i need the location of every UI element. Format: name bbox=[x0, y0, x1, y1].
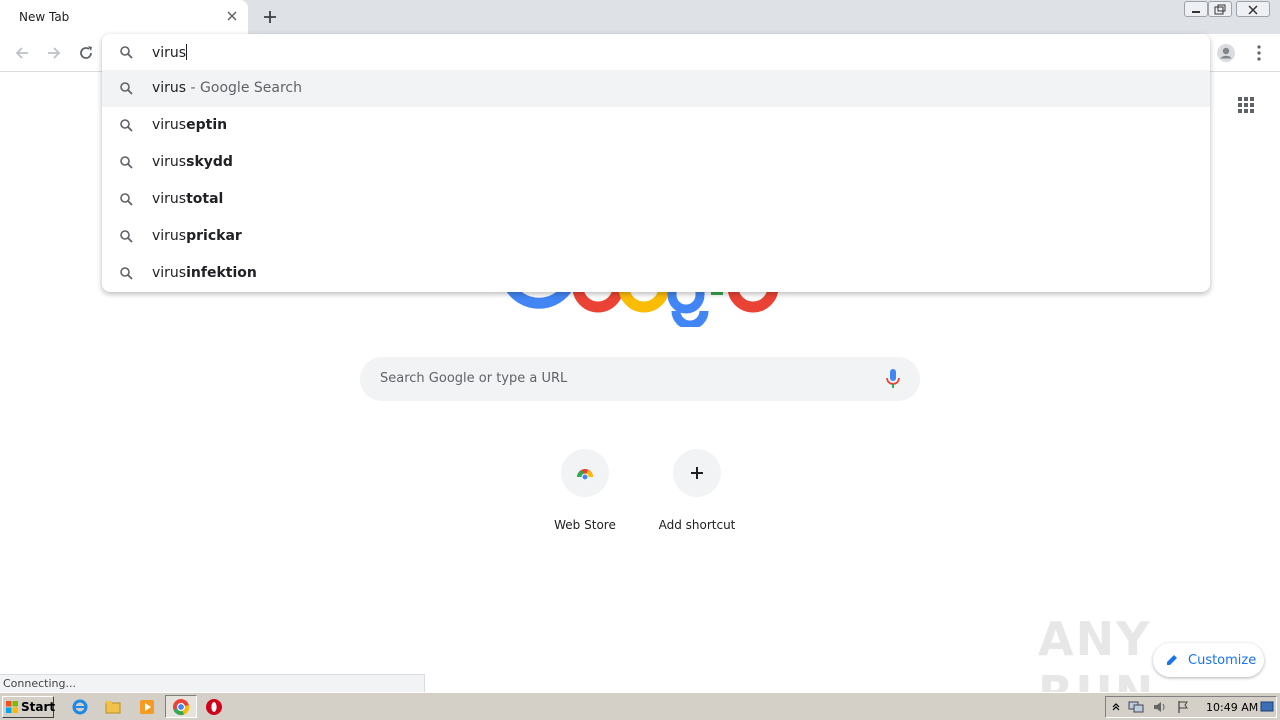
suggestion-text: virusinfektion bbox=[152, 265, 257, 281]
tab-title: New Tab bbox=[19, 10, 70, 24]
suggestion-text: virustotal bbox=[152, 191, 223, 207]
suggestion-prefix: virus bbox=[152, 228, 187, 244]
suggestion-completion: infektion bbox=[186, 265, 257, 281]
search-icon bbox=[120, 119, 133, 132]
show-desktop-icon[interactable] bbox=[1260, 700, 1274, 714]
suggestion-prefix: virus bbox=[152, 117, 187, 133]
search-icon bbox=[120, 193, 133, 206]
opera-icon[interactable] bbox=[205, 698, 223, 716]
omnibox-dropdown: virus virus - Google Search viruseptin vir… bbox=[102, 34, 1210, 292]
text-caret bbox=[186, 44, 188, 60]
suggestion-text: virusprickar bbox=[152, 228, 242, 244]
minimize-icon bbox=[1192, 11, 1200, 13]
suggestion-text: viruseptin bbox=[152, 117, 227, 133]
omnibox-suggestion[interactable]: virusskydd bbox=[102, 144, 1210, 181]
restore-icon bbox=[1214, 4, 1226, 15]
pencil-icon bbox=[1167, 655, 1177, 665]
start-button[interactable]: Start bbox=[2, 696, 56, 718]
search-icon bbox=[120, 46, 133, 59]
restore-button[interactable] bbox=[1208, 1, 1232, 17]
apps-grid-icon[interactable] bbox=[1237, 96, 1255, 114]
tab-new-tab[interactable]: New Tab bbox=[0, 0, 248, 34]
suggestion-prefix: virus bbox=[152, 265, 187, 281]
media-player-icon[interactable] bbox=[138, 698, 156, 716]
suggestion-completion: eptin bbox=[186, 117, 228, 133]
omnibox-suggestion[interactable]: virusinfektion bbox=[102, 255, 1210, 292]
search-icon bbox=[120, 267, 133, 280]
suggestion-text: virusskydd bbox=[152, 154, 233, 170]
omnibox-suggestion[interactable]: virus - Google Search bbox=[102, 70, 1210, 107]
shortcut-circle bbox=[673, 449, 721, 497]
shortcut-label: Web Store bbox=[554, 518, 616, 532]
window-close-icon bbox=[1248, 5, 1258, 15]
chrome-icon bbox=[173, 699, 190, 716]
network-icon[interactable] bbox=[1128, 700, 1144, 714]
windows-logo-icon bbox=[6, 701, 18, 713]
customize-button[interactable]: Customize bbox=[1153, 643, 1264, 677]
close-icon[interactable] bbox=[225, 9, 239, 23]
taskbar-clock[interactable]: 10:49 AM bbox=[1206, 701, 1258, 714]
suggestion-prefix: virus bbox=[152, 191, 187, 207]
shortcut-add[interactable]: Add shortcut bbox=[641, 449, 753, 539]
suggestion-extra: - Google Search bbox=[186, 80, 302, 96]
omnibox-text: virus bbox=[152, 44, 188, 61]
file-explorer-icon[interactable] bbox=[104, 698, 122, 716]
suggestion-prefix: virus bbox=[152, 80, 187, 96]
ntp-search-placeholder: Search Google or type a URL bbox=[380, 371, 568, 386]
search-icon bbox=[120, 230, 133, 243]
suggestion-completion: prickar bbox=[186, 228, 242, 244]
windows-taskbar: Start 10:49 AM bbox=[0, 692, 1280, 720]
status-bubble: Connecting... bbox=[0, 674, 425, 692]
search-icon bbox=[120, 156, 133, 169]
ntp-search-box[interactable]: Search Google or type a URL bbox=[360, 357, 920, 401]
shortcut-web-store[interactable]: Web Store bbox=[529, 449, 641, 539]
profile-avatar-icon[interactable] bbox=[1216, 43, 1236, 63]
tray-expand-icon[interactable] bbox=[1111, 701, 1121, 713]
plus-icon bbox=[691, 467, 703, 479]
system-tray: 10:49 AM bbox=[1105, 696, 1277, 718]
customize-label: Customize bbox=[1188, 653, 1257, 668]
omnibox-suggestion[interactable]: virusprickar bbox=[102, 218, 1210, 255]
new-tab-plus-icon[interactable] bbox=[260, 7, 280, 27]
back-arrow-icon[interactable] bbox=[12, 43, 32, 63]
window-close-button[interactable] bbox=[1236, 1, 1270, 17]
status-text: Connecting... bbox=[3, 677, 76, 690]
chrome-webstore-icon bbox=[577, 469, 593, 481]
suggestion-completion: total bbox=[186, 191, 224, 207]
forward-arrow-icon[interactable] bbox=[44, 43, 64, 63]
omnibox-suggestion[interactable]: virustotal bbox=[102, 181, 1210, 218]
omnibox-suggestion[interactable]: viruseptin bbox=[102, 107, 1210, 144]
shortcut-circle bbox=[561, 449, 609, 497]
suggestion-completion: skydd bbox=[186, 154, 233, 170]
microphone-icon[interactable] bbox=[884, 368, 902, 390]
browser-titlebar: New Tab bbox=[0, 0, 1280, 34]
action-center-flag-icon[interactable] bbox=[1176, 700, 1190, 714]
suggestion-prefix: virus bbox=[152, 154, 187, 170]
start-label: Start bbox=[21, 700, 56, 714]
minimize-button[interactable] bbox=[1184, 1, 1208, 17]
shortcut-label: Add shortcut bbox=[658, 518, 736, 532]
reload-icon[interactable] bbox=[76, 43, 96, 63]
suggestion-text: virus - Google Search bbox=[152, 80, 302, 96]
omnibox-input[interactable]: virus bbox=[102, 34, 1210, 70]
search-icon bbox=[120, 82, 133, 95]
menu-kebab-icon[interactable] bbox=[1249, 43, 1269, 63]
taskbar-chrome-button[interactable] bbox=[165, 695, 197, 718]
internet-explorer-icon[interactable] bbox=[71, 698, 89, 716]
volume-icon[interactable] bbox=[1152, 700, 1168, 714]
